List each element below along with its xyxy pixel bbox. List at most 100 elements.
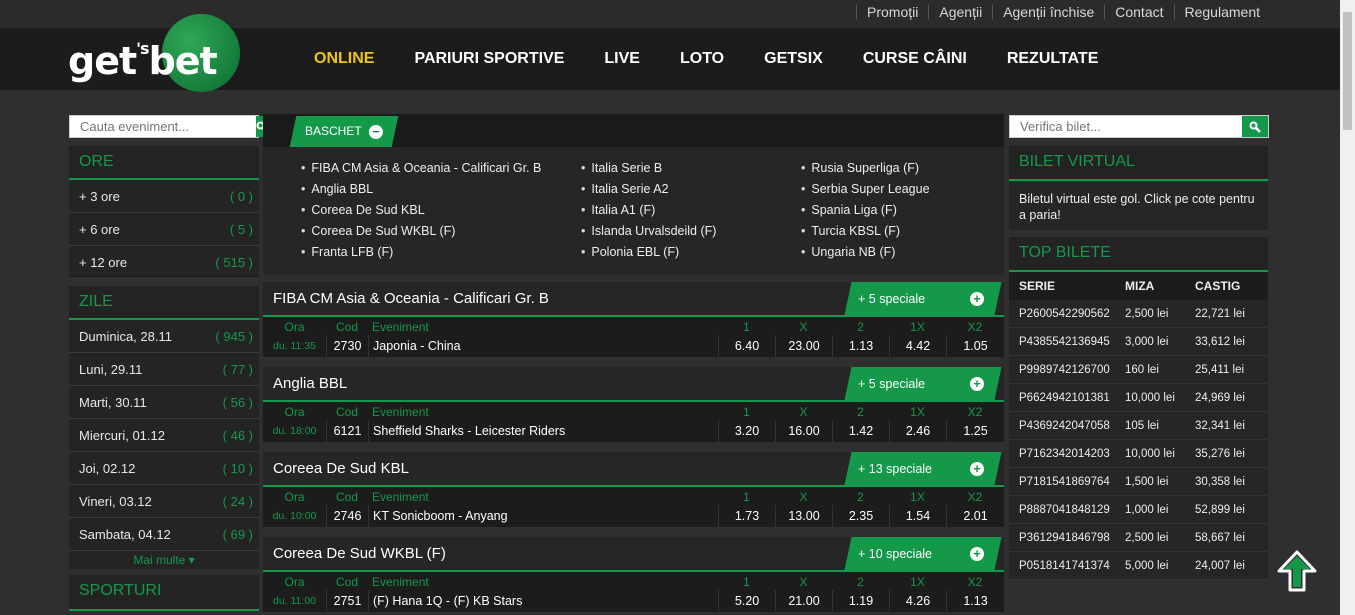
odd-1[interactable]: 3.20 xyxy=(718,420,775,442)
event-name[interactable]: Japonia - China xyxy=(368,335,718,357)
collapse-icon[interactable]: − xyxy=(368,124,383,139)
event-name[interactable]: KT Sonicboom - Anyang xyxy=(368,505,718,527)
link-promotii[interactable]: Promoții xyxy=(856,4,928,20)
ore-item-3[interactable]: + 3 ore( 0 ) xyxy=(69,180,259,213)
ore-item-12[interactable]: + 12 ore( 515 ) xyxy=(69,246,259,279)
league-item[interactable]: Franta LFB (F) xyxy=(301,245,541,266)
link-regulament[interactable]: Regulament xyxy=(1173,4,1271,20)
odd-2[interactable]: 2.35 xyxy=(832,505,889,527)
speciale-button[interactable]: + 13 speciale + xyxy=(844,452,1002,485)
odd-x[interactable]: 16.00 xyxy=(775,420,832,442)
odd-x2[interactable]: 2.01 xyxy=(946,505,1004,527)
table-row[interactable]: P7162342014203 10,000 lei 35,276 lei xyxy=(1009,440,1268,468)
odds-header: Ora Cod Eveniment 1 X 2 1X X2 xyxy=(263,400,1004,420)
ticket-search xyxy=(1009,115,1269,138)
zile-item-miercuri[interactable]: Miercuri, 01.12( 46 ) xyxy=(69,419,259,452)
table-row[interactable]: P7181541869764 1,500 lei 30,358 lei xyxy=(1009,468,1268,496)
league-block-fiba: FIBA CM Asia & Oceania - Calificari Gr. … xyxy=(263,282,1004,357)
odd-1[interactable]: 6.40 xyxy=(718,335,775,357)
league-block-title: Coreea De Sud KBL + 13 speciale + xyxy=(263,452,1004,485)
table-row[interactable]: P9989742126700 160 lei 25,411 lei xyxy=(1009,356,1268,384)
league-item[interactable]: Spania Liga (F) xyxy=(801,203,930,224)
league-block-kbl: Coreea De Sud KBL + 13 speciale + Ora Cod E… xyxy=(263,452,1004,527)
event-name[interactable]: Sheffield Sharks - Leicester Riders xyxy=(368,420,718,442)
table-row[interactable]: P8887041848129 1,000 lei 52,899 lei xyxy=(1009,496,1268,524)
odd-x[interactable]: 13.00 xyxy=(775,505,832,527)
page-scrollbar[interactable] xyxy=(1340,0,1355,615)
odd-x2[interactable]: 1.05 xyxy=(946,335,1004,357)
odd-x2[interactable]: 1.25 xyxy=(946,420,1004,442)
scroll-to-top-icon[interactable] xyxy=(1275,549,1319,593)
nav-curse-caini[interactable]: CURSE CÂINI xyxy=(843,50,987,68)
nav-pariuri-sportive[interactable]: PARIURI SPORTIVE xyxy=(394,50,584,68)
odd-1x[interactable]: 2.46 xyxy=(889,420,946,442)
zile-item-marti[interactable]: Marti, 30.11( 56 ) xyxy=(69,386,259,419)
table-row[interactable]: P0518141741374 5,000 lei 24,007 lei xyxy=(1009,552,1268,580)
league-item[interactable]: Italia A1 (F) xyxy=(581,203,716,224)
zile-item-vineri[interactable]: Vineri, 03.12( 24 ) xyxy=(69,485,259,518)
league-block-anglia: Anglia BBL + 5 speciale + Ora Cod Eveniment… xyxy=(263,367,1004,442)
odd-1[interactable]: 5.20 xyxy=(718,590,775,612)
speciale-button[interactable]: + 5 speciale + xyxy=(844,367,1002,400)
odds-header: Ora Cod Eveniment 1 X 2 1X X2 xyxy=(263,315,1004,335)
ticket-search-input[interactable] xyxy=(1010,116,1242,137)
league-column-3: Rusia Superliga (F) Serbia Super League … xyxy=(801,161,930,266)
scrollbar-thumb[interactable] xyxy=(1343,12,1352,130)
sport-tab-bar: BASCHET − xyxy=(263,114,1004,147)
odd-1x[interactable]: 1.54 xyxy=(889,505,946,527)
table-row[interactable]: P3612941846798 2,500 lei 58,667 lei xyxy=(1009,524,1268,552)
league-item[interactable]: Anglia BBL xyxy=(301,182,541,203)
league-item[interactable]: FIBA CM Asia & Oceania - Calificari Gr. … xyxy=(301,161,541,182)
league-list: FIBA CM Asia & Oceania - Calificari Gr. … xyxy=(263,147,1004,275)
odd-x[interactable]: 23.00 xyxy=(775,335,832,357)
event-search xyxy=(69,115,268,138)
mai-multe-link[interactable]: Mai multe ▾ xyxy=(69,551,259,569)
nav-online[interactable]: ONLINE xyxy=(294,50,394,68)
league-item[interactable]: Italia Serie B xyxy=(581,161,716,182)
table-row[interactable]: P2600542290562 2,500 lei 22,721 lei xyxy=(1009,300,1268,328)
odd-1[interactable]: 1.73 xyxy=(718,505,775,527)
table-row[interactable]: P4385542136945 3,000 lei 33,612 lei xyxy=(1009,328,1268,356)
nav-rezultate[interactable]: REZULTATE xyxy=(987,50,1119,68)
league-item[interactable]: Islanda Urvalsdeild (F) xyxy=(581,224,716,245)
league-item[interactable]: Polonia EBL (F) xyxy=(581,245,716,266)
getsbet-logo[interactable]: get'sbet xyxy=(68,14,240,92)
zile-item-luni[interactable]: Luni, 29.11( 77 ) xyxy=(69,353,259,386)
odd-1x[interactable]: 4.26 xyxy=(889,590,946,612)
zile-item-sambata[interactable]: Sambata, 04.12( 69 ) xyxy=(69,518,259,551)
odd-x2[interactable]: 1.13 xyxy=(946,590,1004,612)
tab-baschet[interactable]: BASCHET − xyxy=(289,116,399,147)
table-row[interactable]: P6624942101381 10,000 lei 24,969 lei xyxy=(1009,384,1268,412)
zile-item-duminica[interactable]: Duminica, 28.11( 945 ) xyxy=(69,320,259,353)
league-item[interactable]: Serbia Super League xyxy=(801,182,929,203)
event-search-input[interactable] xyxy=(70,116,256,137)
league-item[interactable]: Italia Serie A2 xyxy=(581,182,716,203)
nav-loto[interactable]: LOTO xyxy=(660,50,744,68)
nav-live[interactable]: LIVE xyxy=(584,50,660,68)
event-row: du. 10:00 2746 KT Sonicboom - Anyang 1.73 1… xyxy=(263,505,1004,527)
odd-2[interactable]: 1.19 xyxy=(832,590,889,612)
ore-list: + 3 ore( 0 ) + 6 ore( 5 ) + 12 ore( 515 … xyxy=(69,180,259,279)
league-item[interactable]: Ungaria NB (F) xyxy=(801,245,930,266)
event-name[interactable]: (F) Hana 1Q - (F) KB Stars xyxy=(368,590,718,612)
league-item[interactable]: Rusia Superliga (F) xyxy=(801,161,930,182)
nav-getsix[interactable]: GETSIX xyxy=(744,50,843,68)
speciale-button[interactable]: + 10 speciale + xyxy=(844,537,1002,570)
zile-item-joi[interactable]: Joi, 02.12( 10 ) xyxy=(69,452,259,485)
ore-item-6[interactable]: + 6 ore( 5 ) xyxy=(69,213,259,246)
link-agentii-inchise[interactable]: Agenții închise xyxy=(992,4,1104,20)
league-item[interactable]: Turcia KBSL (F) xyxy=(801,224,930,245)
main-header: get'sbet ONLINE PARIURI SPORTIVE LIVE LO… xyxy=(0,14,1340,92)
league-item[interactable]: Coreea De Sud WKBL (F) xyxy=(301,224,541,245)
league-item[interactable]: Coreea De Sud KBL xyxy=(301,203,541,224)
speciale-button[interactable]: + 5 speciale + xyxy=(844,282,1002,315)
link-agentii[interactable]: Agenții xyxy=(928,4,992,20)
odd-2[interactable]: 1.42 xyxy=(832,420,889,442)
odd-1x[interactable]: 4.42 xyxy=(889,335,946,357)
odd-x[interactable]: 21.00 xyxy=(775,590,832,612)
ticket-search-button[interactable] xyxy=(1242,116,1268,137)
link-contact[interactable]: Contact xyxy=(1104,4,1173,20)
zile-title: ZILE xyxy=(69,286,259,320)
table-row[interactable]: P4369242047058 105 lei 32,341 lei xyxy=(1009,412,1268,440)
odd-2[interactable]: 1.13 xyxy=(832,335,889,357)
